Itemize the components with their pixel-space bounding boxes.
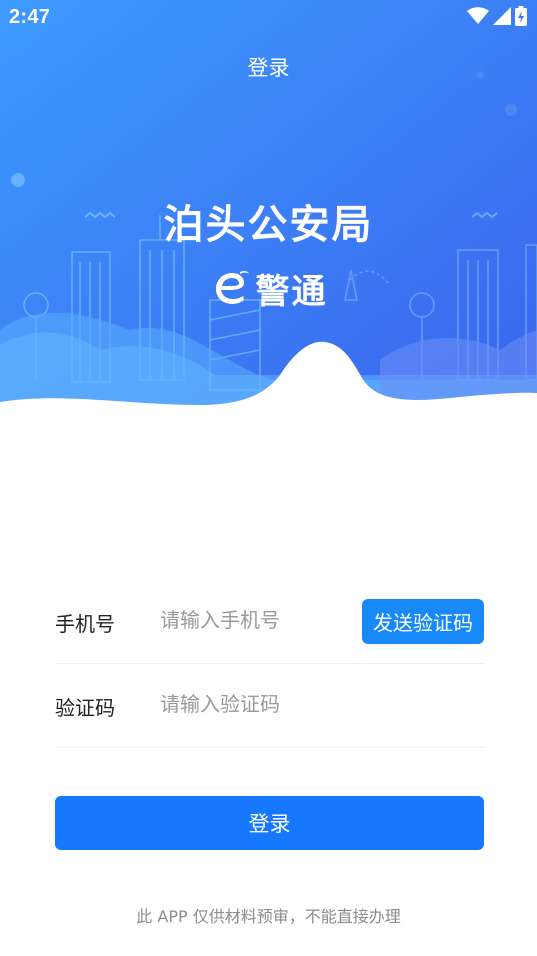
status-time: 2:47	[9, 6, 51, 28]
disclaimer-text: 此 APP 仅供材料预审，不能直接办理	[136, 907, 401, 926]
login-button[interactable]: 登录	[55, 796, 484, 850]
hero-banner: 2:47 登录 泊头公安局 警通	[0, 0, 537, 430]
cellular-signal-icon	[493, 7, 511, 29]
brand-name: 警通	[255, 272, 328, 312]
code-row: 验证码	[55, 664, 484, 748]
agency-title: 泊头公安局	[163, 202, 374, 248]
status-bar: 2:47	[0, 0, 537, 36]
status-icons	[467, 6, 527, 30]
login-form: 手机号 发送验证码 验证码	[55, 580, 484, 748]
wifi-icon	[467, 7, 489, 29]
phone-label: 手机号	[55, 612, 115, 636]
code-input[interactable]	[160, 688, 350, 720]
phone-input[interactable]	[160, 604, 350, 636]
e-logo-icon	[210, 269, 250, 309]
page-title: 登录	[247, 56, 290, 80]
code-label: 验证码	[55, 696, 115, 720]
phone-row: 手机号 发送验证码	[55, 580, 484, 664]
login-screen: 2:47 登录 泊头公安局 警通 手机号 请输入手机号 发送验证码 验证码 请输…	[0, 0, 537, 956]
brand-logo: 警通	[0, 264, 537, 313]
battery-charging-icon	[515, 6, 527, 30]
send-code-button[interactable]: 发送验证码	[362, 599, 484, 644]
